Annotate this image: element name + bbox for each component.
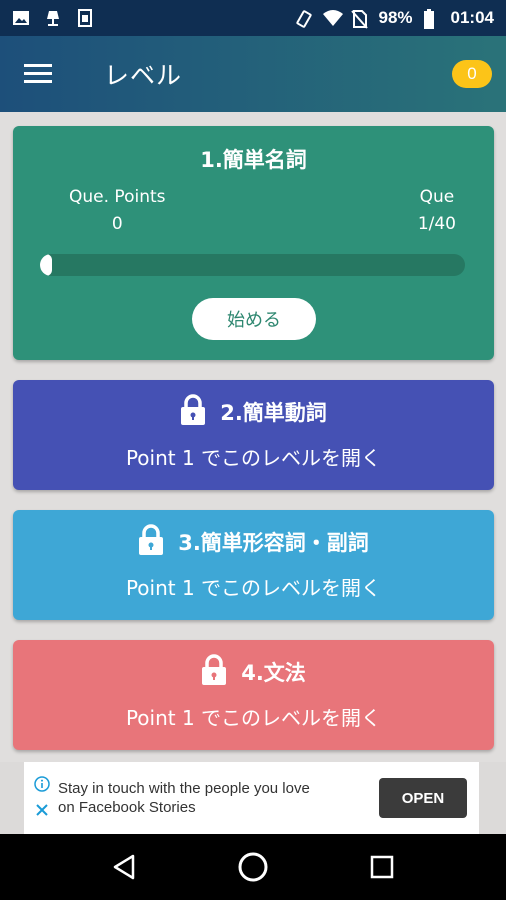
recents-icon[interactable]: [362, 847, 402, 887]
que-value: 1/40: [417, 214, 456, 234]
ad-open-button[interactable]: OPEN: [379, 778, 467, 818]
unlock-text: Point 1 でこのレベルを開く: [125, 706, 382, 730]
battery-icon: [423, 9, 441, 29]
nav-bar: [0, 834, 506, 900]
battery-percent: 98%: [378, 8, 413, 27]
coin-badge[interactable]: 0: [452, 60, 492, 88]
ad-close-icon[interactable]: [35, 802, 49, 821]
level-title: 2.簡単動詞: [220, 401, 327, 425]
back-icon[interactable]: [104, 847, 144, 887]
level-card-4[interactable]: 4.文法 Point 1 でこのレベルを開く: [13, 640, 494, 750]
hamburger-menu-icon[interactable]: [18, 54, 58, 94]
lock-icon: [180, 394, 206, 430]
page-title: レベル: [104, 61, 183, 90]
level-title: 1.簡単名詞: [200, 148, 307, 172]
level-card-1[interactable]: 1.簡単名詞 Que. Points 0 Que 1/40 始める: [13, 126, 494, 360]
que-label: Que: [419, 187, 455, 207]
level-title: 3.簡単形容詞・副詞: [178, 531, 369, 555]
lock-icon: [201, 654, 227, 690]
image-icon: [12, 9, 30, 27]
progress-bar: [40, 254, 465, 276]
level-card-2[interactable]: 2.簡単動詞 Point 1 でこのレベルを開く: [13, 380, 494, 490]
app-bar: レベル 0: [0, 36, 506, 112]
level-list: 1.簡単名詞 Que. Points 0 Que 1/40 始める 2.簡単動詞…: [0, 112, 506, 762]
status-bar: 98% 01:04: [0, 0, 506, 36]
start-button[interactable]: 始める: [192, 298, 316, 340]
que-stat: Que 1/40: [418, 184, 456, 238]
lock-icon: [138, 524, 164, 560]
wifi-icon: [322, 9, 344, 27]
ad-banner[interactable]: Stay in touch with the people you love o…: [24, 762, 479, 834]
que-points-label: Que. Points: [69, 187, 166, 207]
no-sim-icon: [350, 9, 369, 29]
level-title: 4.文法: [241, 661, 306, 685]
que-points-stat: Que. Points 0: [69, 184, 166, 238]
ad-line-1: Stay in touch with the people you love: [58, 780, 310, 797]
sim-icon: [76, 9, 94, 27]
progress-fill: [40, 254, 52, 276]
ad-text: Stay in touch with the people you love o…: [58, 779, 358, 817]
home-icon[interactable]: [233, 847, 273, 887]
ad-info-icon[interactable]: [34, 775, 50, 796]
lamp-icon: [44, 9, 62, 27]
unlock-text: Point 1 でこのレベルを開く: [125, 576, 382, 600]
ad-line-2: on Facebook Stories: [58, 799, 196, 816]
que-points-value: 0: [111, 214, 123, 234]
clock: 01:04: [450, 8, 494, 27]
level-card-3[interactable]: 3.簡単形容詞・副詞 Point 1 でこのレベルを開く: [13, 510, 494, 620]
vibrate-icon: [294, 9, 313, 28]
unlock-text: Point 1 でこのレベルを開く: [125, 446, 382, 470]
